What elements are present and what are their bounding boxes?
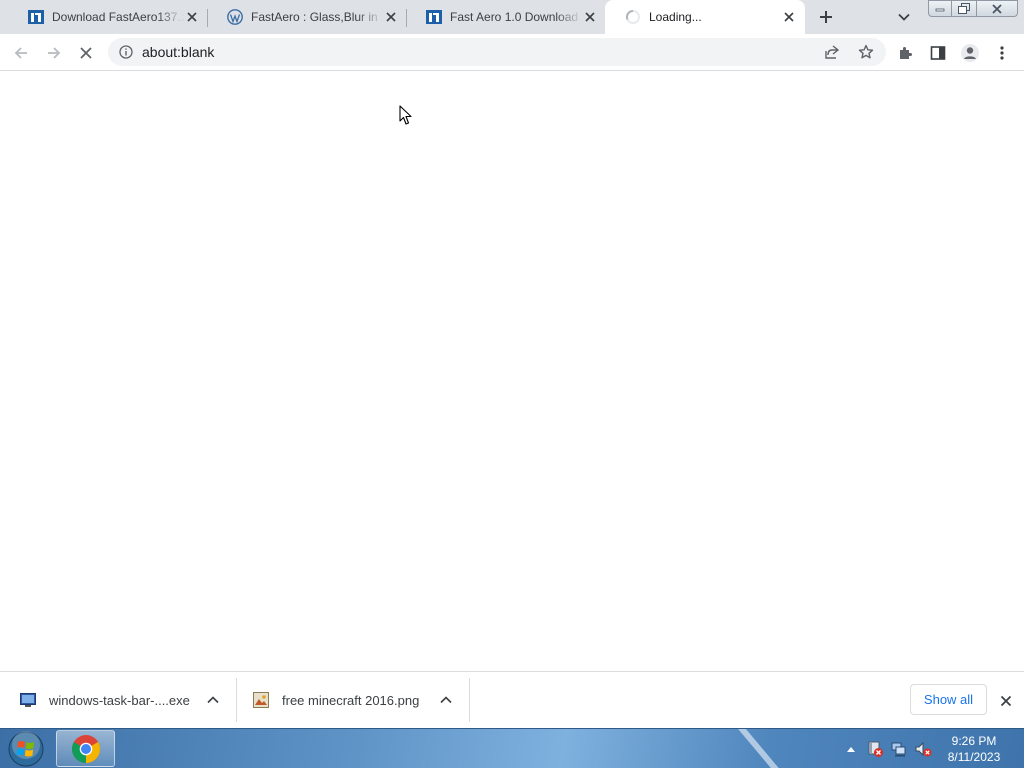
more-vertical-icon	[1000, 46, 1004, 60]
mouse-cursor-icon	[399, 105, 412, 125]
tab-fast-aero-download[interactable]: Fast Aero 1.0 Download -	[406, 0, 606, 34]
tab-title: Download FastAero137.zip	[52, 10, 184, 24]
close-window-button[interactable]	[976, 0, 1018, 17]
download-shelf: windows-task-bar-....exe free minecraft …	[0, 671, 1024, 728]
exe-file-icon	[20, 692, 36, 708]
minimize-button[interactable]	[928, 0, 952, 17]
stop-button[interactable]	[74, 41, 98, 65]
tab-strip: Download FastAero137.zip FastAero : Glas…	[0, 0, 1024, 34]
bookmark-star-icon[interactable]	[856, 43, 876, 61]
tab-title: Loading...	[649, 10, 702, 24]
arrow-left-icon	[14, 47, 27, 59]
close-tab-icon[interactable]	[184, 9, 200, 25]
puzzle-icon	[900, 47, 912, 59]
forward-button[interactable]	[42, 41, 66, 65]
tab-fastaero-glass-blur[interactable]: FastAero : Glass,Blur in XP	[207, 0, 407, 34]
clock-time: 9:26 PM	[951, 734, 997, 748]
profile-button[interactable]	[958, 41, 982, 65]
image-file-icon	[253, 692, 269, 708]
minimize-icon	[935, 8, 945, 11]
url-text[interactable]: about:blank	[142, 44, 214, 60]
close-icon	[992, 3, 1002, 14]
windows-taskbar: 9:26 PM 8/11/2023	[0, 728, 1024, 768]
wordpress-icon	[227, 9, 243, 25]
plus-icon	[820, 11, 832, 23]
browser-toolbar: about:blank	[0, 34, 1024, 71]
menu-button[interactable]	[990, 41, 1014, 65]
tab-title: Fast Aero 1.0 Download -	[450, 10, 582, 24]
restore-button[interactable]	[951, 0, 977, 17]
site-logo-icon	[28, 9, 44, 25]
tab-title: FastAero : Glass,Blur in XP	[251, 10, 383, 24]
triangle-up-icon	[847, 747, 855, 752]
avatar-icon	[961, 44, 979, 62]
tab-loading[interactable]: Loading...	[605, 0, 805, 34]
close-shelf-icon[interactable]	[997, 692, 1015, 710]
side-panel-icon	[930, 46, 946, 60]
taskbar-chrome-button[interactable]	[56, 730, 115, 767]
arrow-right-icon	[48, 47, 61, 59]
restore-icon	[958, 3, 970, 14]
extensions-button[interactable]	[894, 41, 918, 65]
loading-spinner-icon	[625, 9, 641, 25]
clock-date: 8/11/2023	[947, 750, 1001, 764]
chrome-icon	[71, 734, 100, 763]
stop-icon	[80, 47, 92, 59]
new-tab-button[interactable]	[815, 6, 837, 28]
close-tab-icon[interactable]	[781, 9, 797, 25]
system-clock[interactable]: 9:26 PM 8/11/2023	[940, 733, 1008, 765]
page-content	[0, 71, 1024, 671]
close-tab-icon[interactable]	[582, 9, 598, 25]
chevron-up-icon[interactable]	[205, 692, 221, 708]
tab-download-fastaero137[interactable]: Download FastAero137.zip	[8, 0, 208, 34]
start-button[interactable]	[4, 730, 48, 767]
tab-search-button[interactable]	[894, 8, 914, 26]
share-icon[interactable]	[822, 43, 842, 61]
network-tray-icon[interactable]	[888, 729, 910, 768]
back-button[interactable]	[9, 41, 33, 65]
taskbar-glare	[738, 729, 788, 768]
close-tab-icon[interactable]	[383, 9, 399, 25]
side-panel-button[interactable]	[926, 41, 950, 65]
volume-muted-tray-icon[interactable]	[912, 729, 934, 768]
chevron-up-icon[interactable]	[438, 692, 454, 708]
download-item[interactable]: windows-task-bar-....exe	[0, 672, 236, 728]
download-separator	[469, 678, 470, 722]
download-filename: windows-task-bar-....exe	[49, 692, 190, 708]
show-all-button[interactable]: Show all	[910, 684, 987, 715]
chevron-down-icon	[898, 13, 910, 21]
action-center-tray-icon[interactable]	[864, 729, 886, 768]
info-icon[interactable]	[118, 44, 134, 60]
show-hidden-icons-button[interactable]	[844, 729, 858, 768]
download-item[interactable]: free minecraft 2016.png	[233, 672, 469, 728]
windows-logo-icon	[8, 730, 44, 766]
site-logo-icon	[426, 9, 442, 25]
address-bar[interactable]: about:blank	[108, 38, 886, 66]
download-filename: free minecraft 2016.png	[282, 692, 420, 708]
